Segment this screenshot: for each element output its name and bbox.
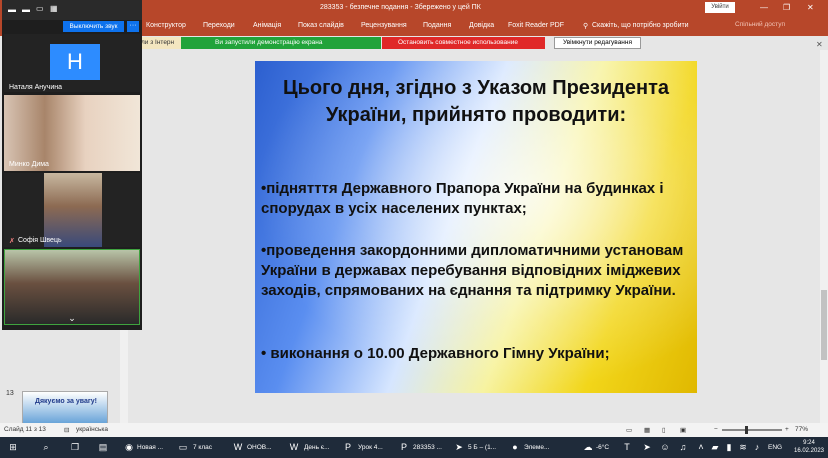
telegram-icon[interactable]: ➤: [640, 440, 654, 454]
taskbar-app-label[interactable]: Урок 4...: [358, 444, 383, 451]
wifi-icon[interactable]: ≋: [736, 440, 750, 454]
chevron-up-icon[interactable]: ˄: [694, 440, 708, 454]
taskbar-app-label[interactable]: 5 Б – (1...: [468, 444, 496, 451]
clock-time: 9:24: [803, 440, 815, 446]
task-view-icon[interactable]: ❐: [68, 440, 82, 454]
slide-bullet: •проведення закордонними дипломатичними …: [261, 242, 684, 299]
spellcheck-icon[interactable]: ⊟: [64, 426, 69, 434]
tab-help[interactable]: Довідка: [469, 22, 494, 29]
view-single-icon[interactable]: ▬: [22, 5, 30, 14]
zoom-level[interactable]: 77%: [795, 426, 808, 433]
file-explorer-icon[interactable]: ▤: [96, 440, 110, 454]
muted-mic-icon: ✗: [9, 238, 15, 245]
tab-design[interactable]: Конструктор: [146, 22, 186, 29]
current-slide[interactable]: Цього дня, згідно з Указом Президента Ук…: [255, 61, 697, 393]
folder-icon[interactable]: ▭: [176, 440, 190, 454]
zoom-app-icon[interactable]: ●: [508, 440, 522, 454]
clock-date: 16.02.2023: [793, 448, 825, 454]
signin-button[interactable]: Увійти: [705, 2, 735, 13]
input-language[interactable]: ENG: [768, 444, 782, 451]
tab-transitions[interactable]: Переходи: [203, 22, 235, 29]
thumbnail-caption: Дякуємо за увагу!: [34, 398, 97, 405]
taskbar-app-label[interactable]: День є...: [304, 444, 330, 451]
stop-share-button[interactable]: Остановить совместное использование: [382, 37, 545, 49]
participant-avatar: H: [50, 44, 100, 80]
normal-view-icon[interactable]: ▭: [626, 426, 632, 434]
tab-animation[interactable]: Анімація: [253, 22, 281, 29]
tab-foxit[interactable]: Foxit Reader PDF: [508, 22, 564, 29]
tell-me-search[interactable]: Скажіть, що потрібно зробити: [592, 22, 689, 29]
battery-icon[interactable]: ▮: [722, 440, 736, 454]
volume-icon[interactable]: ♪: [750, 440, 764, 454]
reading-view-icon[interactable]: ▯: [662, 426, 666, 434]
powerpoint-icon[interactable]: P: [341, 440, 355, 454]
mute-button[interactable]: Выключить звук: [63, 21, 124, 32]
minimize-icon[interactable]: ▬: [8, 5, 16, 14]
teams-icon[interactable]: T: [620, 440, 634, 454]
taskbar-app-label[interactable]: ОНОВ...: [247, 444, 272, 451]
slide-bullet: •піднятття Державного Прапора України на…: [261, 180, 664, 217]
maximize-icon[interactable]: ❐: [783, 3, 790, 12]
gallery-view-icon[interactable]: ▦: [50, 4, 58, 13]
weather-icon: ☁: [583, 442, 593, 452]
view-strip-icon[interactable]: ▭: [36, 4, 44, 13]
lightbulb-icon: ⚲: [583, 23, 589, 30]
close-icon[interactable]: ✕: [807, 3, 814, 12]
enable-editing-button[interactable]: Увімкнути редагування: [554, 37, 641, 49]
tab-view[interactable]: Подання: [423, 22, 451, 29]
taskbar: ⊞ ⌕ ❐ ▤ ◉ Новая ... ▭ 7 клас W ОНОВ... W…: [0, 437, 828, 458]
people-icon[interactable]: ☺: [658, 440, 672, 454]
participant-tile[interactable]: H Наталя Анучина: [4, 34, 140, 92]
share-button[interactable]: Спільний доступ: [735, 21, 785, 28]
search-icon[interactable]: ⌕: [39, 440, 53, 454]
powerpoint-icon[interactable]: P: [397, 440, 411, 454]
participant-tile[interactable]: ✗ Софія Швець: [4, 173, 140, 247]
chrome-icon[interactable]: ◉: [122, 440, 136, 454]
weather-temperature[interactable]: -6°C: [596, 444, 609, 451]
participant-name: Софія Швець: [18, 237, 62, 244]
clock[interactable]: 9:24 16.02.2023: [792, 439, 826, 455]
windows-start-icon[interactable]: ⊞: [6, 440, 20, 454]
telegram-icon[interactable]: ➤: [452, 440, 466, 454]
word-icon[interactable]: W: [287, 440, 301, 454]
participant-name: Минко Дима: [9, 161, 49, 168]
slide-bullet: • виконання о 10.00 Державного Гімну Укр…: [261, 345, 610, 362]
thumbnail-number: 13: [6, 390, 14, 397]
tab-slideshow[interactable]: Показ слайдів: [298, 22, 344, 29]
screen-share-banner: Ви запустили демонстрацію екрана: [181, 37, 381, 49]
chevron-down-icon[interactable]: ⌄: [64, 312, 80, 324]
window-title: 283353 - безпечне подання - Збережено у …: [320, 4, 481, 11]
status-bar: Слайд 11 з 13 ⊟ українська ▭ ▦ ▯ ▣ − + 7…: [0, 423, 828, 437]
slide-title: Цього дня, згідно з Указом Президента Ук…: [283, 77, 669, 126]
word-icon[interactable]: W: [231, 440, 245, 454]
zoom-toolbar: ▬ ▬ ▭ ▦: [2, 0, 142, 20]
zoom-slider[interactable]: [722, 429, 782, 431]
taskbar-app-label[interactable]: 7 клас: [193, 444, 212, 451]
more-options-button[interactable]: ···: [127, 21, 139, 32]
zoom-slider-handle[interactable]: [745, 426, 748, 434]
slide-counter: Слайд 11 з 13: [4, 426, 46, 433]
network-icon[interactable]: ▰: [708, 440, 722, 454]
headset-icon[interactable]: ♫: [676, 440, 690, 454]
zoom-out-button[interactable]: −: [714, 426, 718, 433]
participant-video: [44, 173, 102, 247]
taskbar-app-label[interactable]: 283353 ...: [413, 444, 442, 451]
sorter-view-icon[interactable]: ▦: [644, 426, 650, 434]
zoom-video-panel: ▬ ▬ ▭ ▦ Выключить звук ··· H Наталя Ануч…: [2, 0, 142, 330]
scrollbar-thumb[interactable]: [821, 290, 827, 360]
protected-view-label: ли з Інтерн: [141, 37, 181, 49]
tab-review[interactable]: Рецензування: [361, 22, 407, 29]
close-icon[interactable]: ✕: [816, 40, 823, 49]
taskbar-app-label[interactable]: Элеме...: [524, 444, 549, 451]
slide-scrollbar[interactable]: [820, 50, 828, 423]
minimize-icon[interactable]: —: [760, 3, 768, 12]
taskbar-app-label[interactable]: Новая ...: [137, 444, 163, 451]
zoom-in-button[interactable]: +: [785, 426, 789, 433]
participant-tile[interactable]: Минко Дима: [4, 95, 140, 171]
slideshow-view-icon[interactable]: ▣: [680, 426, 686, 434]
participant-video: [4, 95, 140, 171]
language-indicator[interactable]: українська: [76, 426, 108, 433]
participant-name: Наталя Анучина: [9, 84, 62, 91]
